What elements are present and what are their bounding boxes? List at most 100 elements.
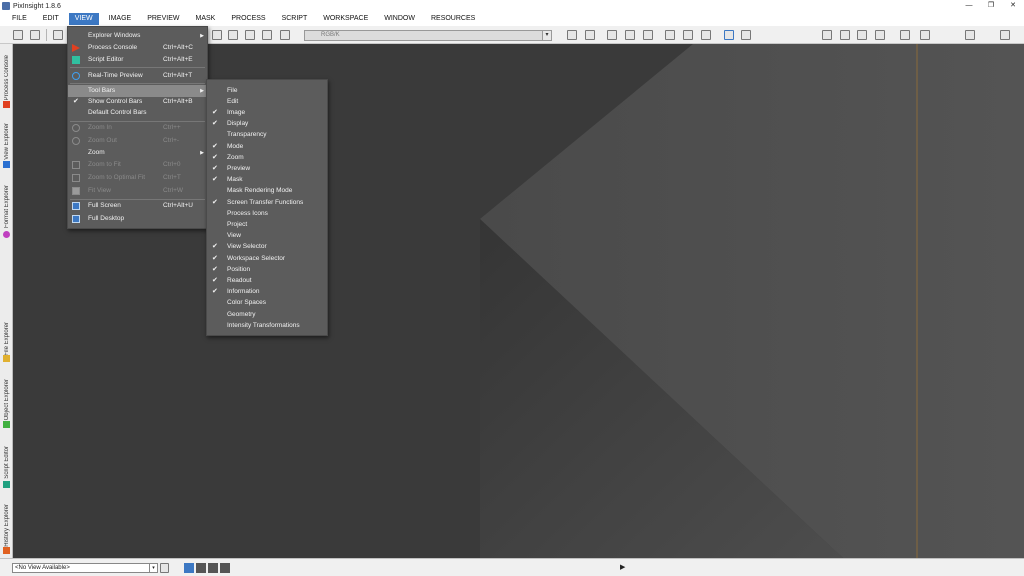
zoom-out-icon[interactable] — [585, 30, 595, 40]
stf-link-icon[interactable] — [857, 30, 867, 40]
file-explorer-icon — [3, 355, 10, 362]
tab-format-explorer[interactable]: Format Explorer — [0, 174, 13, 240]
menu-file[interactable]: FILE — [6, 13, 33, 25]
minimize-button[interactable]: — — [958, 0, 980, 12]
tab-file-explorer[interactable]: File Explorer — [0, 314, 13, 364]
menu-bar: FILE EDIT VIEW IMAGE PREVIEW MASK PROCES… — [0, 12, 1024, 26]
workspace-icon[interactable] — [920, 30, 930, 40]
view-explorer-icon — [3, 161, 10, 168]
play-icon[interactable]: ▶ — [620, 563, 625, 571]
menu-preview[interactable]: PREVIEW — [141, 13, 185, 25]
toolbar-option-intensity-transformations[interactable]: Intensity Transformations — [207, 320, 327, 332]
workspace-1-icon[interactable] — [184, 563, 194, 573]
new-preview-icon[interactable] — [665, 30, 675, 40]
zoom-fit-icon[interactable] — [625, 30, 635, 40]
toolbar-option-view-selector[interactable]: ✔ View Selector — [207, 241, 327, 253]
submenu-arrow-icon: ▶ — [200, 33, 204, 39]
menu-separator — [70, 67, 205, 68]
mask-show-icon[interactable] — [724, 30, 734, 40]
menu-item-zoom-out[interactable]: Zoom Out Ctrl+- — [68, 135, 207, 147]
toolbar-option-transparency[interactable]: Transparency — [207, 129, 327, 141]
window-title: PixInsight 1.8.6 — [13, 2, 61, 10]
redo-icon[interactable] — [30, 30, 40, 40]
real-time-preview-icon — [72, 72, 80, 80]
menu-edit[interactable]: EDIT — [37, 13, 65, 25]
script-editor-icon — [3, 481, 10, 488]
tab-script-editor[interactable]: Script Editor — [0, 434, 13, 490]
tab-process-console[interactable]: Process Console — [0, 46, 13, 110]
zoom-to-fit-icon — [72, 161, 80, 169]
stf-reset-icon[interactable] — [840, 30, 850, 40]
toolbar-separator — [46, 29, 47, 41]
mask-invert-icon[interactable] — [741, 30, 751, 40]
menu-view[interactable]: VIEW — [68, 13, 99, 25]
view-menu-dropdown: Explorer Windows ▶ Process Console Ctrl+… — [67, 26, 208, 229]
menu-item-process-console[interactable]: Process Console Ctrl+Alt+C — [68, 42, 207, 54]
menu-item-script-editor[interactable]: Script Editor Ctrl+Alt+E — [68, 54, 207, 66]
color-space-value: RGB/K — [321, 32, 340, 38]
stf-edit-icon[interactable] — [875, 30, 885, 40]
menu-item-full-desktop[interactable]: Full Desktop — [68, 213, 207, 225]
view-options-icon[interactable] — [160, 563, 169, 573]
tab-object-explorer[interactable]: Object Explorer — [0, 370, 13, 430]
workspace-3-icon[interactable] — [208, 563, 218, 573]
full-desktop-icon — [72, 215, 80, 223]
menu-process[interactable]: PROCESS — [225, 13, 271, 25]
readout-tool-icon[interactable] — [245, 30, 255, 40]
tool-bars-submenu: File Edit ✔ Image ✔ Display Transparency ✔… — [206, 79, 328, 336]
stf-auto-icon[interactable] — [822, 30, 832, 40]
zoom-optimal-fit-icon — [72, 174, 80, 182]
toolbar-option-mask-rendering-mode[interactable]: Mask Rendering Mode — [207, 185, 327, 197]
menu-script[interactable]: SCRIPT — [276, 13, 314, 25]
color-space-select[interactable]: RGB/K ▾ — [304, 30, 552, 41]
menu-item-fit-view[interactable]: Fit View Ctrl+W — [68, 185, 207, 197]
script-editor-icon — [72, 56, 80, 64]
zoom-1-icon[interactable] — [607, 30, 617, 40]
format-explorer-icon — [3, 231, 10, 238]
chevron-down-icon[interactable]: ▾ — [542, 31, 551, 40]
process-console-icon — [72, 44, 80, 52]
undo-icon[interactable] — [13, 30, 23, 40]
menu-resources[interactable]: RESOURCES — [425, 13, 481, 25]
menu-item-zoom-to-fit[interactable]: Zoom to Fit Ctrl+0 — [68, 159, 207, 171]
object-explorer-icon — [3, 421, 10, 428]
tab-history-explorer[interactable]: History Explorer — [0, 494, 13, 556]
restore-button[interactable]: ❐ — [980, 0, 1002, 12]
menu-window[interactable]: WINDOW — [378, 13, 421, 25]
fit-view-icon — [72, 187, 80, 195]
full-screen-icon — [72, 202, 80, 210]
submenu-arrow-icon: ▶ — [200, 150, 204, 156]
view-selector[interactable]: <No View Available> ▾ — [12, 563, 158, 573]
monitor-icon[interactable] — [1000, 30, 1010, 40]
menu-mask[interactable]: MASK — [190, 13, 222, 25]
pan-tool-icon[interactable] — [228, 30, 238, 40]
menu-item-full-screen[interactable]: Full Screen Ctrl+Alt+U — [68, 200, 207, 212]
menu-item-zoom-in[interactable]: Zoom In Ctrl++ — [68, 122, 207, 134]
pointer-tool-icon[interactable] — [280, 30, 290, 40]
info-icon[interactable] — [900, 30, 910, 40]
zoom-out-icon — [72, 137, 80, 145]
preview-list-icon[interactable] — [683, 30, 693, 40]
chevron-down-icon[interactable]: ▾ — [149, 564, 157, 572]
menu-image[interactable]: IMAGE — [103, 13, 138, 25]
menu-item-explorer-windows[interactable]: Explorer Windows ▶ — [68, 30, 207, 42]
close-button[interactable]: ✕ — [1002, 0, 1024, 12]
menu-item-default-control-bars[interactable]: Default Control Bars — [68, 107, 207, 119]
image-toolbar-icon[interactable] — [53, 30, 63, 40]
zoom-tool-icon[interactable] — [212, 30, 222, 40]
status-bar: <No View Available> ▾ ▶ — [0, 558, 1024, 576]
zoom-optimal-icon[interactable] — [643, 30, 653, 40]
menu-item-zoom-to-optimal-fit[interactable]: Zoom to Optimal Fit Ctrl+T — [68, 172, 207, 184]
toolbar-option-color-spaces[interactable]: Color Spaces — [207, 297, 327, 309]
workspace-2-icon[interactable] — [196, 563, 206, 573]
menu-workspace[interactable]: WORKSPACE — [317, 13, 374, 25]
workspace-4-icon[interactable] — [220, 563, 230, 573]
zoom-in-icon[interactable] — [567, 30, 577, 40]
tab-view-explorer[interactable]: View Explorer — [0, 112, 13, 170]
preview-tool-icon[interactable] — [262, 30, 272, 40]
preview-delete-icon[interactable] — [701, 30, 711, 40]
menu-item-real-time-preview[interactable]: Real-Time Preview Ctrl+Alt+T — [68, 70, 207, 82]
layout-icon[interactable] — [965, 30, 975, 40]
menu-item-zoom[interactable]: Zoom ▶ — [68, 147, 207, 159]
view-selector-value: <No View Available> — [15, 565, 70, 571]
